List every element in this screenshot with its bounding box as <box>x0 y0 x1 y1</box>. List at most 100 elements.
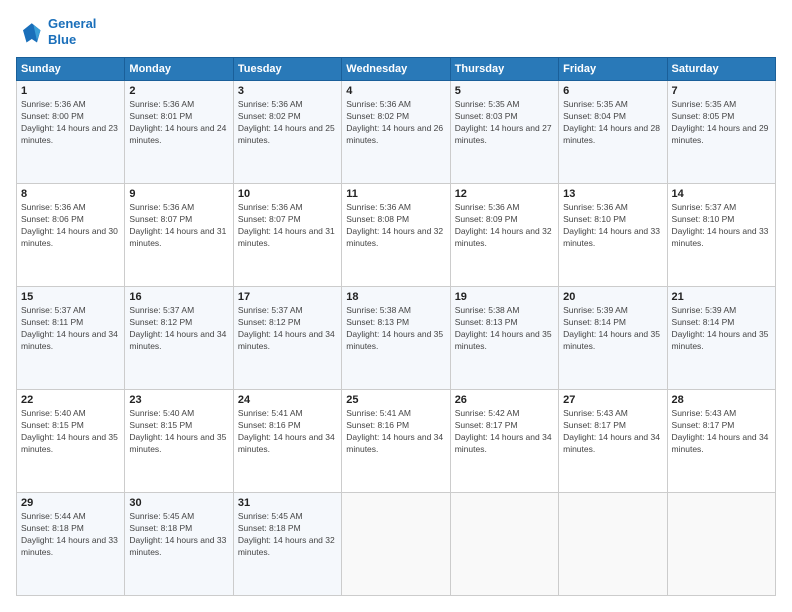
day-number: 27 <box>563 394 662 406</box>
day-info: Sunrise: 5:38 AM Sunset: 8:13 PM Dayligh… <box>346 305 445 353</box>
calendar-cell <box>342 493 450 596</box>
calendar-week-row: 29 Sunrise: 5:44 AM Sunset: 8:18 PM Dayl… <box>17 493 776 596</box>
day-number: 12 <box>455 188 554 200</box>
day-number: 26 <box>455 394 554 406</box>
day-number: 14 <box>672 188 771 200</box>
day-number: 31 <box>238 497 337 509</box>
calendar-cell: 9 Sunrise: 5:36 AM Sunset: 8:07 PM Dayli… <box>125 184 233 287</box>
day-number: 29 <box>21 497 120 509</box>
calendar-cell: 7 Sunrise: 5:35 AM Sunset: 8:05 PM Dayli… <box>667 81 775 184</box>
calendar-cell: 10 Sunrise: 5:36 AM Sunset: 8:07 PM Dayl… <box>233 184 341 287</box>
day-info: Sunrise: 5:37 AM Sunset: 8:10 PM Dayligh… <box>672 202 771 250</box>
day-info: Sunrise: 5:45 AM Sunset: 8:18 PM Dayligh… <box>129 511 228 559</box>
weekday-header: Saturday <box>667 58 775 81</box>
day-number: 18 <box>346 291 445 303</box>
calendar-cell: 13 Sunrise: 5:36 AM Sunset: 8:10 PM Dayl… <box>559 184 667 287</box>
calendar-cell: 17 Sunrise: 5:37 AM Sunset: 8:12 PM Dayl… <box>233 287 341 390</box>
day-info: Sunrise: 5:36 AM Sunset: 8:10 PM Dayligh… <box>563 202 662 250</box>
day-number: 5 <box>455 85 554 97</box>
logo-icon <box>16 18 44 46</box>
calendar-cell: 18 Sunrise: 5:38 AM Sunset: 8:13 PM Dayl… <box>342 287 450 390</box>
calendar-week-row: 1 Sunrise: 5:36 AM Sunset: 8:00 PM Dayli… <box>17 81 776 184</box>
day-number: 24 <box>238 394 337 406</box>
calendar-week-row: 15 Sunrise: 5:37 AM Sunset: 8:11 PM Dayl… <box>17 287 776 390</box>
day-number: 20 <box>563 291 662 303</box>
header: General Blue <box>16 16 776 47</box>
day-number: 7 <box>672 85 771 97</box>
calendar-cell <box>667 493 775 596</box>
day-number: 21 <box>672 291 771 303</box>
day-info: Sunrise: 5:37 AM Sunset: 8:12 PM Dayligh… <box>129 305 228 353</box>
logo-text: General Blue <box>48 16 96 47</box>
day-info: Sunrise: 5:45 AM Sunset: 8:18 PM Dayligh… <box>238 511 337 559</box>
calendar-cell: 24 Sunrise: 5:41 AM Sunset: 8:16 PM Dayl… <box>233 390 341 493</box>
page: General Blue SundayMondayTuesdayWednesda… <box>0 0 792 612</box>
day-info: Sunrise: 5:36 AM Sunset: 8:02 PM Dayligh… <box>238 99 337 147</box>
calendar-cell: 29 Sunrise: 5:44 AM Sunset: 8:18 PM Dayl… <box>17 493 125 596</box>
day-number: 11 <box>346 188 445 200</box>
day-number: 23 <box>129 394 228 406</box>
day-info: Sunrise: 5:40 AM Sunset: 8:15 PM Dayligh… <box>129 408 228 456</box>
calendar-cell: 3 Sunrise: 5:36 AM Sunset: 8:02 PM Dayli… <box>233 81 341 184</box>
calendar-week-row: 8 Sunrise: 5:36 AM Sunset: 8:06 PM Dayli… <box>17 184 776 287</box>
calendar-cell: 1 Sunrise: 5:36 AM Sunset: 8:00 PM Dayli… <box>17 81 125 184</box>
weekday-header: Wednesday <box>342 58 450 81</box>
weekday-header: Sunday <box>17 58 125 81</box>
calendar-cell: 11 Sunrise: 5:36 AM Sunset: 8:08 PM Dayl… <box>342 184 450 287</box>
day-info: Sunrise: 5:36 AM Sunset: 8:01 PM Dayligh… <box>129 99 228 147</box>
weekday-header-row: SundayMondayTuesdayWednesdayThursdayFrid… <box>17 58 776 81</box>
day-number: 30 <box>129 497 228 509</box>
weekday-header: Tuesday <box>233 58 341 81</box>
day-info: Sunrise: 5:41 AM Sunset: 8:16 PM Dayligh… <box>346 408 445 456</box>
calendar-cell <box>450 493 558 596</box>
day-info: Sunrise: 5:40 AM Sunset: 8:15 PM Dayligh… <box>21 408 120 456</box>
day-info: Sunrise: 5:36 AM Sunset: 8:02 PM Dayligh… <box>346 99 445 147</box>
day-info: Sunrise: 5:41 AM Sunset: 8:16 PM Dayligh… <box>238 408 337 456</box>
day-info: Sunrise: 5:35 AM Sunset: 8:05 PM Dayligh… <box>672 99 771 147</box>
day-number: 4 <box>346 85 445 97</box>
day-number: 1 <box>21 85 120 97</box>
day-info: Sunrise: 5:36 AM Sunset: 8:00 PM Dayligh… <box>21 99 120 147</box>
calendar-cell <box>559 493 667 596</box>
calendar-cell: 31 Sunrise: 5:45 AM Sunset: 8:18 PM Dayl… <box>233 493 341 596</box>
calendar-cell: 19 Sunrise: 5:38 AM Sunset: 8:13 PM Dayl… <box>450 287 558 390</box>
calendar-cell: 4 Sunrise: 5:36 AM Sunset: 8:02 PM Dayli… <box>342 81 450 184</box>
calendar-table: SundayMondayTuesdayWednesdayThursdayFrid… <box>16 57 776 596</box>
calendar-cell: 6 Sunrise: 5:35 AM Sunset: 8:04 PM Dayli… <box>559 81 667 184</box>
day-info: Sunrise: 5:37 AM Sunset: 8:11 PM Dayligh… <box>21 305 120 353</box>
day-number: 25 <box>346 394 445 406</box>
day-info: Sunrise: 5:35 AM Sunset: 8:04 PM Dayligh… <box>563 99 662 147</box>
calendar-cell: 22 Sunrise: 5:40 AM Sunset: 8:15 PM Dayl… <box>17 390 125 493</box>
day-number: 3 <box>238 85 337 97</box>
calendar-cell: 14 Sunrise: 5:37 AM Sunset: 8:10 PM Dayl… <box>667 184 775 287</box>
day-number: 8 <box>21 188 120 200</box>
calendar-body: 1 Sunrise: 5:36 AM Sunset: 8:00 PM Dayli… <box>17 81 776 596</box>
day-info: Sunrise: 5:42 AM Sunset: 8:17 PM Dayligh… <box>455 408 554 456</box>
day-info: Sunrise: 5:35 AM Sunset: 8:03 PM Dayligh… <box>455 99 554 147</box>
day-info: Sunrise: 5:36 AM Sunset: 8:07 PM Dayligh… <box>129 202 228 250</box>
day-info: Sunrise: 5:39 AM Sunset: 8:14 PM Dayligh… <box>672 305 771 353</box>
day-number: 19 <box>455 291 554 303</box>
calendar-week-row: 22 Sunrise: 5:40 AM Sunset: 8:15 PM Dayl… <box>17 390 776 493</box>
calendar-cell: 27 Sunrise: 5:43 AM Sunset: 8:17 PM Dayl… <box>559 390 667 493</box>
day-number: 9 <box>129 188 228 200</box>
day-number: 2 <box>129 85 228 97</box>
calendar-cell: 28 Sunrise: 5:43 AM Sunset: 8:17 PM Dayl… <box>667 390 775 493</box>
day-number: 22 <box>21 394 120 406</box>
day-number: 13 <box>563 188 662 200</box>
calendar-cell: 2 Sunrise: 5:36 AM Sunset: 8:01 PM Dayli… <box>125 81 233 184</box>
weekday-header: Monday <box>125 58 233 81</box>
calendar-cell: 23 Sunrise: 5:40 AM Sunset: 8:15 PM Dayl… <box>125 390 233 493</box>
day-number: 6 <box>563 85 662 97</box>
calendar-cell: 21 Sunrise: 5:39 AM Sunset: 8:14 PM Dayl… <box>667 287 775 390</box>
day-info: Sunrise: 5:36 AM Sunset: 8:08 PM Dayligh… <box>346 202 445 250</box>
day-info: Sunrise: 5:36 AM Sunset: 8:06 PM Dayligh… <box>21 202 120 250</box>
calendar-cell: 16 Sunrise: 5:37 AM Sunset: 8:12 PM Dayl… <box>125 287 233 390</box>
day-info: Sunrise: 5:38 AM Sunset: 8:13 PM Dayligh… <box>455 305 554 353</box>
logo: General Blue <box>16 16 96 47</box>
day-number: 15 <box>21 291 120 303</box>
day-info: Sunrise: 5:36 AM Sunset: 8:07 PM Dayligh… <box>238 202 337 250</box>
day-number: 28 <box>672 394 771 406</box>
weekday-header: Friday <box>559 58 667 81</box>
calendar-cell: 15 Sunrise: 5:37 AM Sunset: 8:11 PM Dayl… <box>17 287 125 390</box>
